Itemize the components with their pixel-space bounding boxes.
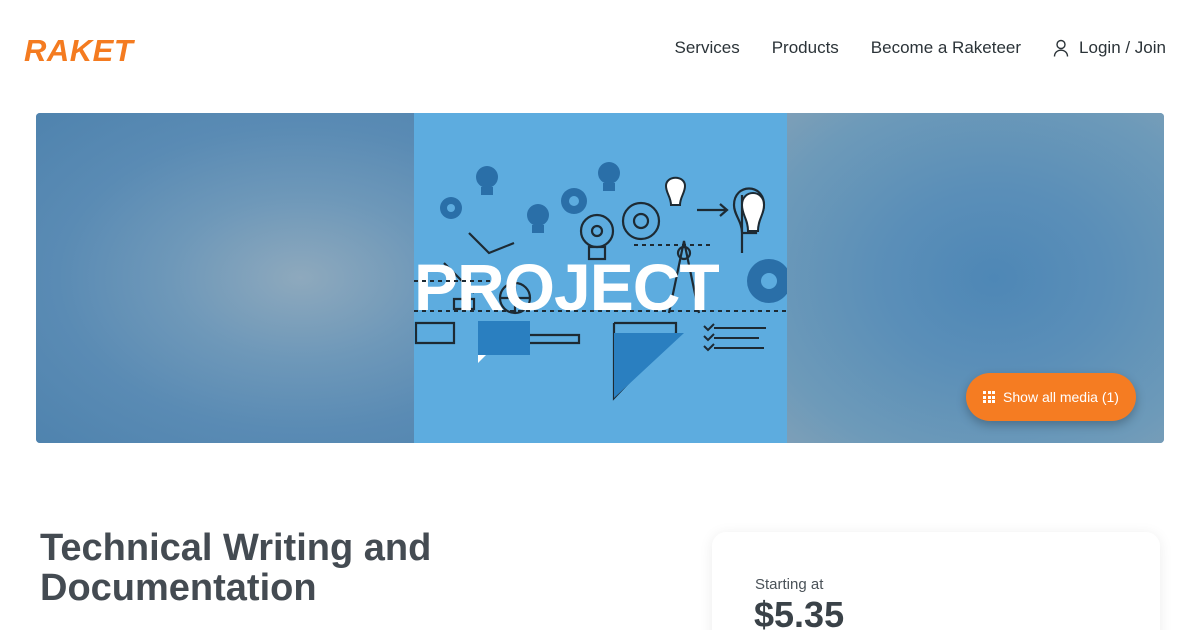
project-illustration: PROJECT: [414, 113, 787, 443]
show-all-media-label: Show all media (1): [1003, 389, 1119, 405]
main-nav: Services Products Become a Raketeer Logi…: [675, 38, 1166, 58]
price-label: Starting at: [755, 576, 824, 593]
hero-main-image[interactable]: PROJECT: [414, 113, 787, 443]
price-card: Starting at $5.35: [712, 532, 1160, 630]
price-value: $5.35: [754, 594, 845, 630]
hero-blur-left: [36, 113, 414, 443]
raket-logo[interactable]: RAKET: [24, 34, 158, 68]
listing-title: Technical Writing and Documentation: [40, 528, 600, 608]
site-header: RAKET Services Products Become a Raketee…: [0, 0, 1200, 100]
login-label: Login / Join: [1079, 38, 1166, 57]
logo-text: RAKET: [24, 33, 134, 68]
nav-become-raketeer[interactable]: Become a Raketeer: [871, 38, 1021, 58]
nav-services[interactable]: Services: [675, 38, 740, 58]
grid-icon: [983, 391, 996, 403]
hero-image-word: PROJECT: [414, 250, 719, 324]
user-icon: [1053, 39, 1069, 57]
nav-products[interactable]: Products: [772, 38, 839, 58]
listing-title-line2: Documentation: [40, 567, 317, 609]
hero-gallery[interactable]: PROJECT Show all media (1): [36, 113, 1164, 443]
login-join-link[interactable]: Login / Join: [1053, 38, 1166, 58]
listing-title-line1: Technical Writing and: [40, 527, 432, 569]
show-all-media-button[interactable]: Show all media (1): [966, 373, 1136, 421]
